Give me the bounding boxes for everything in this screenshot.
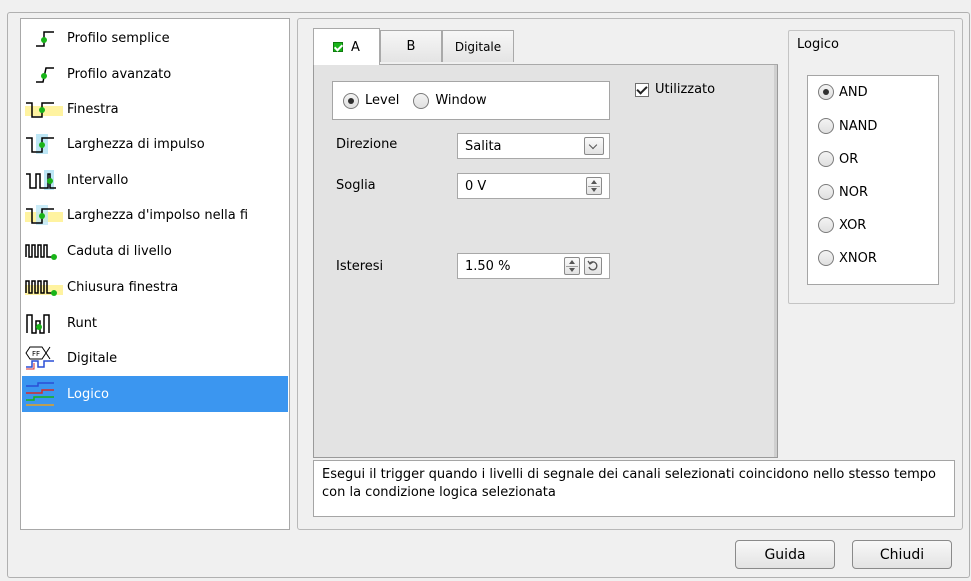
list-item-larghezza-di-impulso[interactable]: Larghezza di impulso bbox=[22, 126, 288, 162]
logic-option-label: NAND bbox=[839, 118, 878, 134]
window-icon bbox=[22, 96, 66, 122]
mode-window-option[interactable]: Window bbox=[413, 92, 487, 109]
window-pulse-width-icon bbox=[22, 202, 66, 228]
level-dropout-icon bbox=[22, 238, 66, 264]
close-button[interactable]: Chiudi bbox=[852, 540, 952, 569]
window-dropout-icon bbox=[22, 274, 66, 300]
mode-level-option[interactable]: Level bbox=[343, 92, 400, 109]
tab-divider bbox=[380, 64, 778, 65]
advanced-edge-icon bbox=[22, 61, 66, 87]
direction-label: Direzione bbox=[336, 137, 398, 152]
logic-option-label: XOR bbox=[839, 217, 867, 233]
tab-b[interactable]: B bbox=[380, 30, 442, 62]
list-item-label: Intervallo bbox=[67, 172, 129, 188]
hysteresis-label: Isteresi bbox=[336, 259, 384, 274]
list-item-label: Larghezza d'impolso nella fi bbox=[67, 207, 249, 223]
trigger-type-list[interactable]: Profilo semplice Profilo avanzato Finest… bbox=[20, 18, 290, 530]
tab-digitale[interactable]: Digitale bbox=[442, 30, 514, 62]
logic-option-nand[interactable]: NAND bbox=[818, 118, 877, 134]
logic-option-label: AND bbox=[839, 84, 868, 100]
list-item-profilo-semplice[interactable]: Profilo semplice bbox=[22, 20, 288, 56]
threshold-value: 0 V bbox=[465, 178, 487, 194]
list-item-label: Profilo avanzato bbox=[67, 66, 172, 82]
radio-level[interactable] bbox=[343, 92, 359, 109]
list-item-caduta-di-livello[interactable]: Caduta di livello bbox=[22, 233, 288, 269]
hysteresis-spinner-icon[interactable] bbox=[564, 257, 580, 275]
list-item-logico[interactable]: Logico bbox=[22, 376, 288, 412]
used-checkbox[interactable] bbox=[635, 82, 649, 97]
interval-icon bbox=[22, 167, 66, 193]
trigger-mode-group: Level Window bbox=[332, 81, 610, 120]
list-item-profilo-avanzato[interactable]: Profilo avanzato bbox=[22, 56, 288, 92]
tab-label: Digitale bbox=[454, 39, 502, 54]
logic-option-nor[interactable]: NOR bbox=[818, 184, 868, 200]
logic-option-label: NOR bbox=[839, 184, 868, 200]
logic-icon bbox=[22, 381, 66, 407]
tab-label: B bbox=[406, 39, 416, 54]
mode-window-label: Window bbox=[435, 93, 487, 108]
logic-option-xor[interactable]: XOR bbox=[818, 217, 866, 233]
list-item-finestra[interactable]: Finestra bbox=[22, 91, 288, 127]
radio-nand[interactable] bbox=[818, 118, 834, 134]
hysteresis-value: 1.50 % bbox=[465, 258, 511, 274]
radio-window[interactable] bbox=[413, 92, 430, 109]
threshold-spinner-icon[interactable] bbox=[586, 177, 602, 195]
tab-label: A bbox=[351, 39, 360, 55]
list-item-label: Finestra bbox=[67, 101, 119, 117]
radio-xor[interactable] bbox=[818, 217, 834, 233]
logic-option-xnor[interactable]: XNOR bbox=[818, 250, 877, 266]
logic-option-or[interactable]: OR bbox=[818, 151, 858, 167]
list-item-label: Logico bbox=[67, 386, 109, 402]
logic-option-label: OR bbox=[839, 151, 859, 167]
radio-and[interactable] bbox=[818, 84, 834, 100]
runt-icon bbox=[22, 310, 66, 336]
reset-icon[interactable] bbox=[584, 257, 602, 275]
threshold-label: Soglia bbox=[336, 178, 376, 193]
list-item-label: Caduta di livello bbox=[67, 243, 172, 259]
tab-a[interactable]: A bbox=[313, 28, 380, 65]
used-label: Utilizzato bbox=[655, 82, 716, 97]
list-item-label: Digitale bbox=[67, 350, 118, 366]
list-item-label: Profilo semplice bbox=[67, 30, 170, 46]
list-item-intervallo[interactable]: Intervallo bbox=[22, 162, 288, 198]
pulse-width-icon bbox=[22, 131, 66, 157]
list-item-label: Runt bbox=[67, 315, 98, 331]
svg-text:FF: FF bbox=[32, 350, 40, 358]
simple-edge-icon bbox=[22, 25, 66, 51]
digital-icon: FF bbox=[22, 345, 66, 371]
help-button[interactable]: Guida bbox=[735, 540, 835, 569]
radio-xnor[interactable] bbox=[818, 250, 834, 266]
mode-level-label: Level bbox=[365, 93, 400, 108]
direction-value: Salita bbox=[465, 138, 502, 154]
list-item-larghezza-impulso-finestra[interactable]: Larghezza d'impolso nella fi bbox=[22, 197, 288, 233]
logic-option-and[interactable]: AND bbox=[818, 84, 868, 100]
logic-title: Logico bbox=[797, 37, 839, 52]
list-item-digitale[interactable]: FF Digitale bbox=[22, 340, 288, 376]
radio-or[interactable] bbox=[818, 151, 834, 167]
logic-option-label: XNOR bbox=[839, 250, 877, 266]
radio-nor[interactable] bbox=[818, 184, 834, 200]
trigger-description: Esegui il trigger quando i livelli di se… bbox=[313, 460, 955, 517]
list-item-label: Larghezza di impulso bbox=[67, 136, 205, 152]
used-checkbox-row[interactable]: Utilizzato bbox=[635, 82, 715, 97]
list-item-runt[interactable]: Runt bbox=[22, 305, 288, 341]
list-item-chiusura-finestra[interactable]: Chiusura finestra bbox=[22, 269, 288, 305]
chevron-down-icon[interactable] bbox=[584, 137, 604, 155]
list-item-label: Chiusura finestra bbox=[67, 279, 179, 295]
channel-enabled-check-icon bbox=[333, 42, 344, 52]
